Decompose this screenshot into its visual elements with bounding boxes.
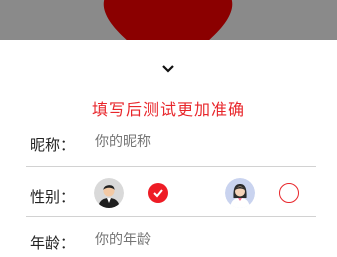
profile-sheet: 填写后测试更加准确 昵称： 性别： 年龄： [0,40,337,257]
divider [26,216,316,217]
divider [26,166,316,167]
female-avatar-icon[interactable] [225,178,255,208]
male-radio[interactable] [148,183,168,203]
age-input[interactable] [95,232,295,248]
nickname-label: 昵称： [30,136,76,154]
male-avatar-icon[interactable] [94,178,124,208]
chevron-down-icon[interactable] [159,62,177,76]
nickname-input[interactable] [95,134,295,150]
female-radio[interactable] [279,183,299,203]
page-title: 填写后测试更加准确 [91,100,245,119]
backdrop [0,0,337,40]
heart-icon [103,0,233,40]
gender-label: 性别： [30,188,76,206]
age-label: 年龄： [30,234,76,252]
